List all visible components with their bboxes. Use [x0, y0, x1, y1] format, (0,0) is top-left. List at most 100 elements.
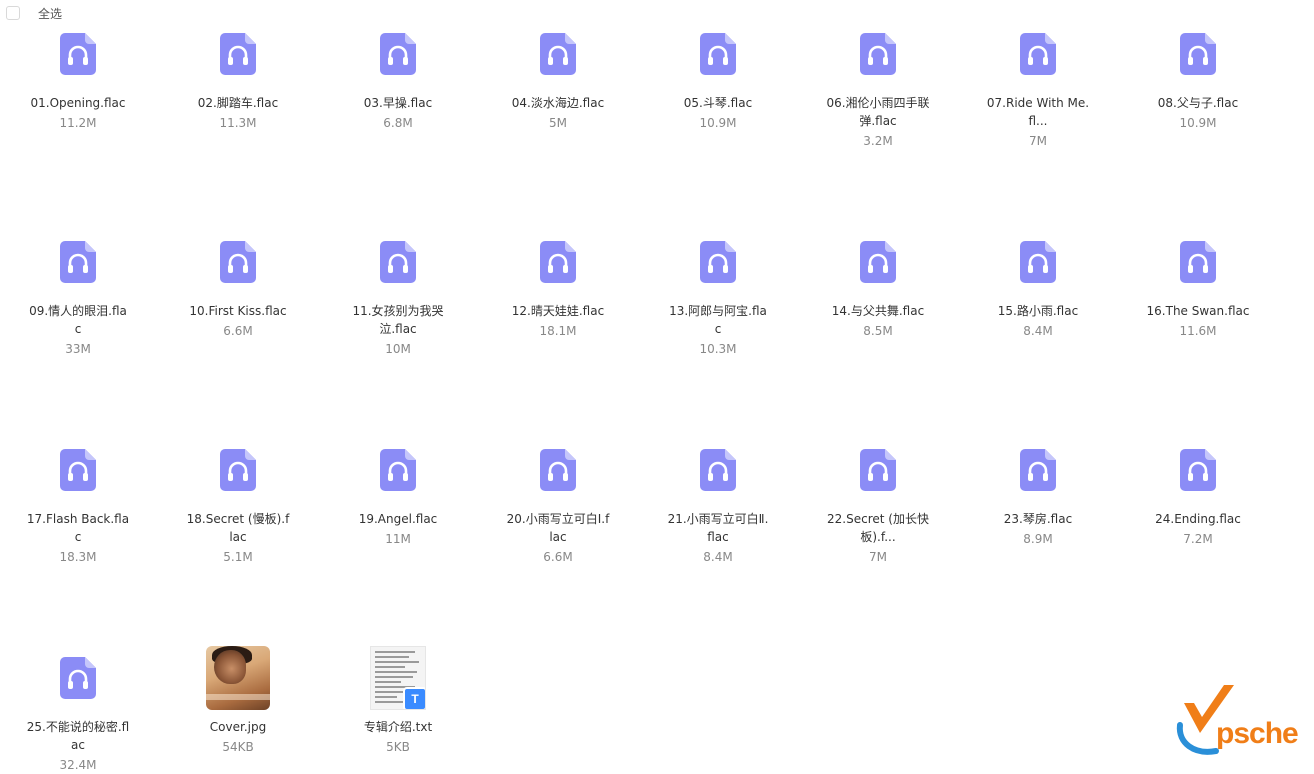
file-name: 16.The Swan.flac — [1146, 304, 1250, 318]
file-item[interactable]: 18.Secret (慢板).flac 5.1M — [178, 438, 298, 566]
file-name: 23.琴房.flac — [1003, 512, 1073, 526]
file-name: 08.父与子.flac — [1157, 96, 1239, 110]
file-item[interactable]: 21.小雨写立可白Ⅱ.flac 8.4M — [658, 438, 778, 566]
audio-file-icon — [526, 22, 590, 86]
file-name: 19.Angel.flac — [358, 512, 438, 526]
file-size: 11.2M — [59, 116, 97, 130]
file-item[interactable]: 14.与父共舞.flac 8.5M — [818, 230, 938, 340]
file-name: 22.Secret (加长快板).f... — [827, 512, 929, 544]
audio-file-icon — [46, 646, 110, 710]
file-name: 10.First Kiss.flac — [189, 304, 287, 318]
text-type-badge: T — [403, 687, 425, 709]
audio-file-icon — [1006, 438, 1070, 502]
file-size: 54KB — [222, 740, 254, 754]
file-item[interactable]: 16.The Swan.flac 11.6M — [1138, 230, 1258, 340]
file-name: 07.Ride With Me.fl... — [986, 96, 1090, 128]
file-size: 33M — [65, 342, 91, 356]
audio-file-icon — [366, 438, 430, 502]
file-name: 06.湘伦小雨四手联弹.flac — [826, 96, 930, 128]
file-size: 8.5M — [863, 324, 893, 338]
file-size: 8.4M — [1023, 324, 1053, 338]
audio-file-icon — [366, 22, 430, 86]
file-item[interactable]: 01.Opening.flac 11.2M — [18, 22, 138, 132]
watermark-text: psche — [1216, 717, 1299, 750]
file-item[interactable]: 03.早操.flac 6.8M — [338, 22, 458, 132]
file-item[interactable]: 07.Ride With Me.fl... 7M — [978, 22, 1098, 150]
file-item[interactable]: 02.脚踏车.flac 11.3M — [178, 22, 298, 132]
text-file-thumbnail: T — [366, 646, 430, 710]
audio-file-icon — [1166, 22, 1230, 86]
file-item[interactable]: 09.情人的眼泪.flac 33M — [18, 230, 138, 358]
file-name: 02.脚踏车.flac — [197, 96, 279, 110]
file-size: 7.2M — [1183, 532, 1213, 546]
file-size: 5KB — [386, 740, 410, 754]
file-item[interactable]: 11.女孩别为我哭泣.flac 10M — [338, 230, 458, 358]
audio-file-icon — [1006, 22, 1070, 86]
file-grid: 01.Opening.flac 11.2M 02.脚踏车.flac 11.3M 03.早… — [0, 0, 1314, 772]
audio-file-icon — [206, 22, 270, 86]
file-name: 20.小雨写立可白Ⅰ.flac — [506, 512, 610, 544]
file-size: 11.3M — [219, 116, 257, 130]
file-item[interactable]: 17.Flash Back.flac 18.3M — [18, 438, 138, 566]
audio-file-icon — [686, 230, 750, 294]
file-name: 25.不能说的秘密.flac — [26, 720, 130, 752]
file-name: 04.淡水海边.flac — [511, 96, 605, 110]
audio-file-icon — [1006, 230, 1070, 294]
file-name: Cover.jpg — [209, 720, 267, 734]
file-size: 3.2M — [863, 134, 893, 148]
file-item[interactable]: 15.路小雨.flac 8.4M — [978, 230, 1098, 340]
file-item[interactable]: 22.Secret (加长快板).f... 7M — [818, 438, 938, 566]
file-name: 12.晴天娃娃.flac — [511, 304, 605, 318]
file-item[interactable]: 13.阿郎与阿宝.flac 10.3M — [658, 230, 778, 358]
image-thumbnail — [206, 646, 270, 710]
file-item[interactable]: 25.不能说的秘密.flac 32.4M — [18, 646, 138, 774]
file-item[interactable]: 20.小雨写立可白Ⅰ.flac 6.6M — [498, 438, 618, 566]
audio-file-icon — [46, 22, 110, 86]
file-size: 7M — [1029, 134, 1047, 148]
watermark-logo: psche — [1176, 681, 1310, 761]
file-size: 11M — [385, 532, 411, 546]
file-size: 10.9M — [1179, 116, 1217, 130]
file-size: 5.1M — [223, 550, 253, 564]
audio-file-icon — [46, 230, 110, 294]
file-size: 10M — [385, 342, 411, 356]
file-name: 18.Secret (慢板).flac — [186, 512, 290, 544]
file-item[interactable]: 08.父与子.flac 10.9M — [1138, 22, 1258, 132]
file-size: 8.9M — [1023, 532, 1053, 546]
file-size: 7M — [869, 550, 887, 564]
audio-file-icon — [1166, 438, 1230, 502]
file-size: 8.4M — [703, 550, 733, 564]
file-name: 14.与父共舞.flac — [831, 304, 925, 318]
audio-file-icon — [686, 438, 750, 502]
file-name: 03.早操.flac — [363, 96, 433, 110]
file-item[interactable]: Cover.jpg 54KB — [178, 646, 298, 756]
file-size: 10.3M — [699, 342, 737, 356]
file-item[interactable]: 23.琴房.flac 8.9M — [978, 438, 1098, 548]
file-item[interactable]: T 专辑介绍.txt 5KB — [338, 646, 458, 756]
file-name: 24.Ending.flac — [1155, 512, 1241, 526]
audio-file-icon — [46, 438, 110, 502]
file-item[interactable]: 24.Ending.flac 7.2M — [1138, 438, 1258, 548]
audio-file-icon — [846, 230, 910, 294]
file-item[interactable]: 12.晴天娃娃.flac 18.1M — [498, 230, 618, 340]
file-name: 01.Opening.flac — [30, 96, 126, 110]
file-name: 11.女孩别为我哭泣.flac — [352, 304, 444, 336]
file-item[interactable]: 10.First Kiss.flac 6.6M — [178, 230, 298, 340]
audio-file-icon — [846, 438, 910, 502]
file-name: 17.Flash Back.flac — [26, 512, 130, 544]
file-size: 10.9M — [699, 116, 737, 130]
file-size: 18.1M — [539, 324, 577, 338]
audio-file-icon — [526, 230, 590, 294]
file-size: 32.4M — [59, 758, 97, 772]
file-name: 05.斗琴.flac — [683, 96, 753, 110]
file-name: 21.小雨写立可白Ⅱ.flac — [667, 512, 769, 544]
audio-file-icon — [366, 230, 430, 294]
file-name: 13.阿郎与阿宝.flac — [669, 304, 767, 336]
file-item[interactable]: 04.淡水海边.flac 5M — [498, 22, 618, 132]
file-name: 09.情人的眼泪.flac — [29, 304, 127, 336]
file-item[interactable]: 06.湘伦小雨四手联弹.flac 3.2M — [818, 22, 938, 150]
audio-file-icon — [846, 22, 910, 86]
file-item[interactable]: 05.斗琴.flac 10.9M — [658, 22, 778, 132]
audio-file-icon — [686, 22, 750, 86]
file-item[interactable]: 19.Angel.flac 11M — [338, 438, 458, 548]
